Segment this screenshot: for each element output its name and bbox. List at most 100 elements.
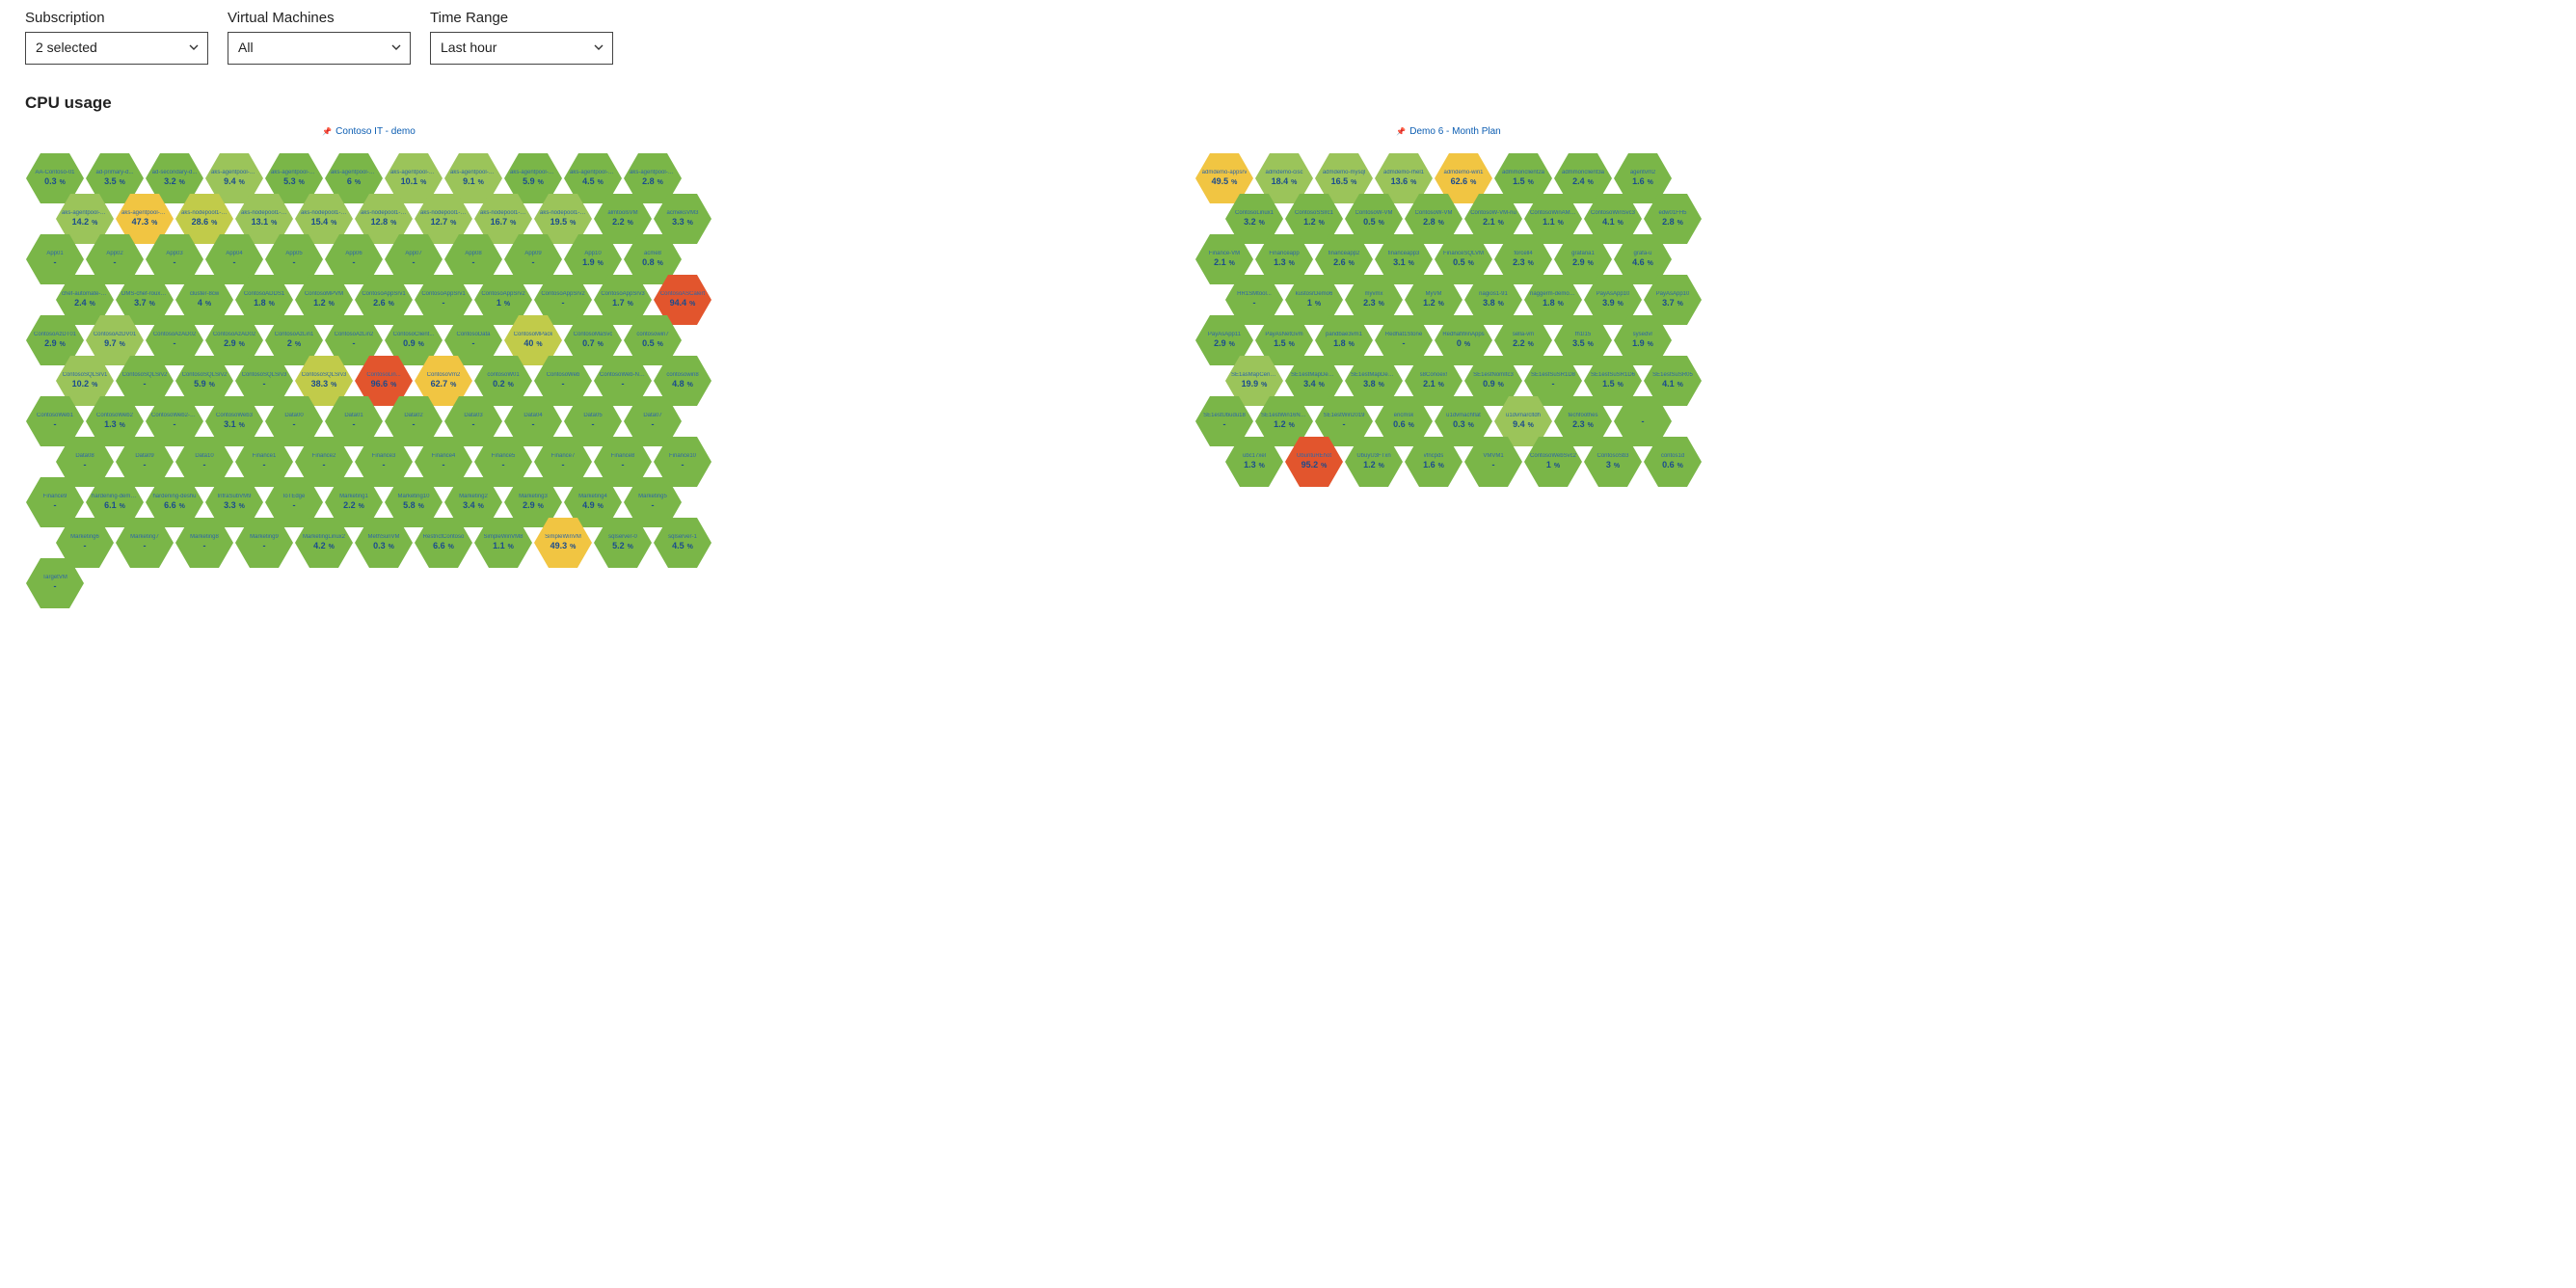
- hex-cell-name: nagios1-91: [1479, 291, 1508, 298]
- hex-cell-name: SE1estMapDebian78: [1351, 372, 1397, 379]
- pin-icon: 📌: [1396, 127, 1406, 136]
- hex-cell-name: Data08: [75, 453, 94, 460]
- pin-icon: 📌: [322, 127, 332, 136]
- hex-cell-name: sqlserver-0: [608, 534, 637, 541]
- hex-cell-value: 6 %: [347, 177, 361, 187]
- hex-cell-name: financeapp2: [1328, 251, 1360, 257]
- hex-cell-value: 1.5 %: [1602, 380, 1623, 389]
- hex-cell-name: ContosoSQLSrv1: [63, 372, 108, 379]
- hex-cell-value: 95.2 %: [1301, 461, 1328, 470]
- filter-vms-value: All: [238, 40, 254, 55]
- filter-vms-label: Virtual Machines: [228, 10, 411, 26]
- filter-bar: Subscription 2 selected Virtual Machines…: [25, 10, 2551, 65]
- hex-cell-value: -: [84, 461, 87, 470]
- group-title-wrap: 📌Demo 6 - Month Plan: [1194, 126, 1703, 145]
- hex-cell-name: aks-nodepool1-9520: [480, 210, 526, 217]
- hex-cell-name: admdemo-cisc: [1265, 170, 1302, 176]
- hex-cell-name: s8Conoex!: [1420, 372, 1448, 379]
- hex-cell-name: MethSunVM: [367, 534, 399, 541]
- hex-cell-name: ContosoWinSvc3: [1591, 210, 1635, 217]
- hex-cell-value: -: [54, 420, 57, 430]
- hex-cell-name: Finance4: [432, 453, 456, 460]
- hex-cell-name: ContosoSQLSrv3: [242, 372, 287, 379]
- hex-cell-value: 0.5 %: [1453, 258, 1474, 268]
- hex-cell-value: 1.2 %: [1303, 218, 1325, 228]
- hex-cell-name: App07: [405, 251, 421, 257]
- hex-cell-value: -: [54, 258, 57, 268]
- hex-cell-name: aks-agentpool-18840: [510, 170, 556, 176]
- hex-cell-value: 3.9 %: [1602, 299, 1623, 309]
- hex-cell-value: -: [443, 461, 445, 470]
- hex-cell-name: acmeksVM3: [666, 210, 698, 217]
- hex-cell-name: UbuntuREhot: [1297, 453, 1331, 460]
- hex-cell-value: 2.1 %: [1214, 258, 1235, 268]
- hex-cell-value: 2.8 %: [1662, 218, 1683, 228]
- hex-cell-value: 1.8 %: [254, 299, 275, 309]
- hex-cell-name: MarketingLinux2: [303, 534, 345, 541]
- hex-cell-name: financeapp3: [1388, 251, 1420, 257]
- hex-cell-value: -: [323, 461, 326, 470]
- hex-cell-value: 2.8 %: [1423, 218, 1444, 228]
- hex-cell-value: 94.4 %: [670, 299, 696, 309]
- hex-cell-name: ContosoData: [456, 332, 490, 338]
- filter-vms-select[interactable]: All: [228, 32, 411, 65]
- hex-cell-name: Marketing4: [578, 494, 607, 500]
- hex-cell-name: Finance2: [312, 453, 336, 460]
- hex-cell-value: -: [682, 461, 684, 470]
- hex-cell-value: 9.4 %: [224, 177, 245, 187]
- hex-cell-name: u1dvmachflat: [1446, 413, 1481, 419]
- hex-cell-value: -: [562, 461, 565, 470]
- hex-cell-value: -: [233, 258, 236, 268]
- hex-cell-value: 1 %: [1307, 299, 1321, 309]
- chevron-down-icon: [593, 34, 604, 63]
- hex-cell-name: sqlserver-1: [668, 534, 697, 541]
- hex-cell-name: Data02: [404, 413, 422, 419]
- hex-cell-value: -: [263, 461, 266, 470]
- hex-cell-value: 0.8 %: [642, 258, 663, 268]
- hex-cell-name: App03: [166, 251, 182, 257]
- hex-cell-value: 4 %: [198, 299, 211, 309]
- filter-subscription-label: Subscription: [25, 10, 208, 26]
- hex-cell-value: -: [263, 380, 266, 389]
- hex-cell-value: 1.1 %: [493, 542, 514, 551]
- hex-cell-name: ContosoMPVM: [305, 291, 343, 298]
- hex-cell-name: contos1d: [1661, 453, 1684, 460]
- hex-cell-value: 49.5 %: [1212, 177, 1238, 187]
- hex-cell-name: Marketing3: [519, 494, 548, 500]
- filter-time-value: Last hour: [441, 40, 496, 55]
- hex-cell-value: 3.5 %: [1572, 339, 1594, 349]
- hex-cell-name: aks-nodepool1-4281: [241, 210, 287, 217]
- hex-cell-value: 2.8 %: [642, 177, 663, 187]
- hex-cell-name: SE1asMapCentos72: [1231, 372, 1277, 379]
- hex-cell-value: 2.2 %: [612, 218, 633, 228]
- hex-cell-name: sella-vm: [1513, 332, 1534, 338]
- hex-cell-name: SE1estMapDebian78: [1291, 372, 1337, 379]
- filter-subscription-select[interactable]: 2 selected: [25, 32, 208, 65]
- filter-time-select[interactable]: Last hour: [430, 32, 613, 65]
- hex-cell-name: ContosoWinAMan: [1530, 210, 1576, 217]
- hex-cell-name: Finance9: [43, 494, 67, 500]
- hex-cell-name: ContosoSb3: [1597, 453, 1628, 460]
- hex-cell-value: -: [1403, 339, 1406, 349]
- hex-cell-value: -: [532, 420, 535, 430]
- hex-cell-name: pandbae3vm1: [1326, 332, 1362, 338]
- hex-cell-value: -: [144, 380, 147, 389]
- hex-cell-name: ContosoW-VM: [1355, 210, 1393, 217]
- hex-cell-value: 2.2 %: [1513, 339, 1534, 349]
- hex-cell-value: 0.5 %: [642, 339, 663, 349]
- hex-cell-name: ContosoWebSvc2: [1530, 453, 1576, 460]
- hex-cell-value: 4.8 %: [672, 380, 693, 389]
- hex-cell-name: admmonclient2a: [1502, 170, 1544, 176]
- heatmap-group: 📌Contoso IT - demoAA-Contoso-010.3 %ad-p…: [25, 126, 712, 609]
- hex-cell-name: RedhatWinApps: [1442, 332, 1484, 338]
- group-title[interactable]: 📌Contoso IT - demo: [322, 126, 416, 137]
- hex-cell-value: 16.7 %: [491, 218, 517, 228]
- hex-cell-name: admmonclient3a: [1562, 170, 1604, 176]
- group-title[interactable]: 📌Demo 6 - Month Plan: [1396, 126, 1500, 137]
- hex-cell-name: aks-agentpool-40719: [62, 210, 108, 217]
- hex-cell-value: 2.6 %: [373, 299, 394, 309]
- hex-cell-name: Marketing9: [250, 534, 279, 541]
- hex-cell-name: ContosoAppSrv1: [421, 291, 465, 298]
- hex-cell-name: contosoW01: [487, 372, 519, 379]
- hex-cell-name: contosowin8: [666, 372, 698, 379]
